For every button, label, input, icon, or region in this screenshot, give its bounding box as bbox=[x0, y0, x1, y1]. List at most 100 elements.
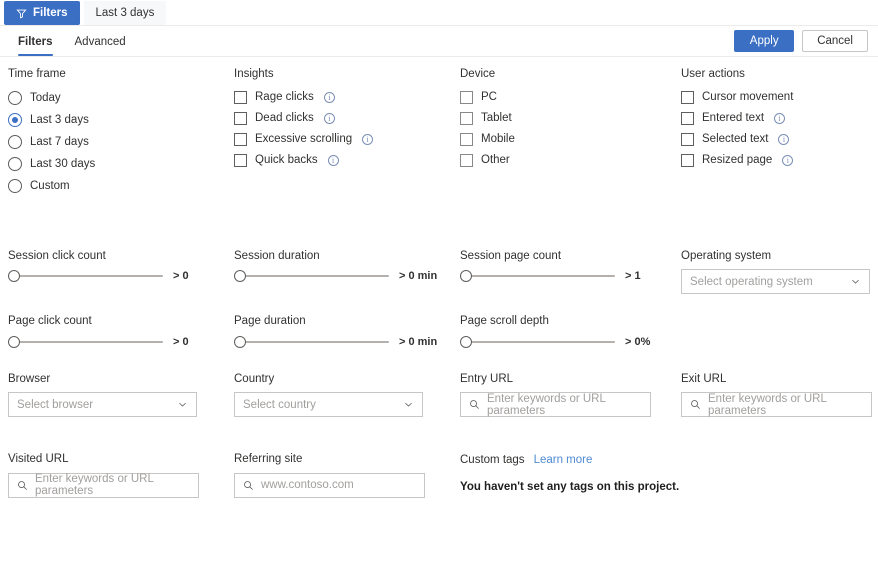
group-user-actions: User actions Cursor movement Entered text… bbox=[681, 68, 878, 201]
apply-button[interactable]: Apply bbox=[734, 30, 795, 52]
slider-thumb[interactable] bbox=[8, 335, 20, 348]
insights-option-label: Excessive scrolling bbox=[255, 133, 353, 145]
custom-tags-empty-message: You haven't set any tags on this project… bbox=[460, 480, 680, 493]
device-option-label: PC bbox=[481, 91, 497, 103]
time-frame-option-label: Last 30 days bbox=[30, 157, 96, 170]
device-option[interactable]: Mobile bbox=[460, 132, 681, 146]
checkbox-indicator[interactable] bbox=[460, 111, 473, 125]
field-operating-system: Operating system Select operating system bbox=[681, 250, 878, 294]
country-select[interactable]: Select country bbox=[234, 392, 423, 417]
checkbox-indicator[interactable] bbox=[681, 111, 694, 125]
device-option[interactable]: Tablet bbox=[460, 111, 681, 125]
info-icon[interactable]: i bbox=[323, 112, 335, 124]
filters-button[interactable]: Filters bbox=[4, 1, 80, 25]
slider-thumb[interactable] bbox=[460, 335, 472, 348]
device-checkbox-group: PC Tablet Mobile Other bbox=[460, 90, 681, 167]
tab-filters[interactable]: Filters bbox=[8, 36, 63, 57]
chevron-down-icon bbox=[177, 399, 188, 410]
user-actions-option[interactable]: Selected text i bbox=[681, 132, 878, 146]
visited-url-input[interactable]: Enter keywords or URL parameters bbox=[8, 472, 199, 498]
page-click-count-slider[interactable] bbox=[8, 335, 163, 349]
slider-page-click-count: Page click count > 0 bbox=[8, 315, 234, 349]
tab-advanced[interactable]: Advanced bbox=[65, 35, 136, 57]
insights-option-label: Dead clicks bbox=[255, 112, 314, 124]
referring-site-input[interactable]: www.contoso.com bbox=[234, 472, 425, 498]
slider-thumb[interactable] bbox=[234, 335, 246, 348]
insights-option[interactable]: Rage clicks i bbox=[234, 90, 460, 104]
tab-advanced-label: Advanced bbox=[74, 35, 126, 48]
session-page-count-slider[interactable] bbox=[460, 269, 615, 283]
slider-thumb[interactable] bbox=[460, 270, 472, 282]
search-icon bbox=[243, 480, 254, 491]
checkbox-indicator[interactable] bbox=[234, 153, 247, 167]
operating-system-select[interactable]: Select operating system bbox=[681, 269, 870, 294]
session-duration-slider[interactable] bbox=[234, 269, 389, 283]
insights-title: Insights bbox=[234, 68, 274, 80]
cancel-button[interactable]: Cancel bbox=[802, 30, 868, 52]
info-icon[interactable]: i bbox=[327, 154, 339, 166]
checkbox-indicator[interactable] bbox=[460, 153, 473, 167]
page-scroll-depth-slider[interactable] bbox=[460, 335, 615, 349]
user-actions-checkbox-group: Cursor movement Entered text i Selected tex… bbox=[681, 90, 878, 167]
info-icon[interactable]: i bbox=[782, 154, 794, 166]
session-click-count-slider[interactable] bbox=[8, 269, 163, 283]
page-click-count-value: > 0 bbox=[173, 335, 189, 348]
radio-indicator[interactable] bbox=[8, 112, 22, 127]
checkbox-indicator[interactable] bbox=[681, 153, 694, 167]
radio-indicator[interactable] bbox=[8, 178, 22, 193]
info-icon[interactable]: i bbox=[778, 133, 790, 145]
slider-track bbox=[460, 275, 615, 277]
funnel-icon bbox=[16, 8, 27, 19]
radio-indicator[interactable] bbox=[8, 90, 22, 105]
filter-panel-content: Time frame Today Last 3 days Last 7 days La… bbox=[0, 57, 878, 498]
checkbox-indicator[interactable] bbox=[234, 90, 247, 104]
checkbox-indicator[interactable] bbox=[460, 90, 473, 104]
user-actions-option[interactable]: Cursor movement bbox=[681, 90, 878, 104]
filter-chip-last-3-days[interactable]: Last 3 days bbox=[83, 1, 167, 25]
exit-url-input[interactable]: Enter keywords or URL parameters bbox=[681, 392, 872, 417]
checkbox-indicator[interactable] bbox=[681, 132, 694, 146]
browser-select[interactable]: Select browser bbox=[8, 392, 197, 417]
info-icon[interactable]: i bbox=[323, 91, 335, 103]
user-actions-option-label: Entered text bbox=[702, 112, 765, 124]
insights-option[interactable]: Dead clicks i bbox=[234, 111, 460, 125]
group-time-frame: Time frame Today Last 3 days Last 7 days La… bbox=[8, 68, 234, 201]
insights-option[interactable]: Excessive scrolling i bbox=[234, 132, 460, 146]
slider-track bbox=[234, 340, 389, 343]
time-frame-option[interactable]: Last 3 days bbox=[8, 112, 234, 127]
custom-tags-learn-more-link[interactable]: Learn more bbox=[534, 454, 593, 466]
user-actions-option-label: Selected text bbox=[702, 133, 769, 145]
referring-site-placeholder: www.contoso.com bbox=[261, 479, 354, 491]
device-option-label: Tablet bbox=[481, 112, 512, 124]
checkbox-indicator[interactable] bbox=[681, 90, 694, 104]
info-icon[interactable]: i bbox=[774, 112, 786, 124]
visited-url-label: Visited URL bbox=[8, 453, 69, 465]
checkbox-indicator[interactable] bbox=[234, 132, 247, 146]
field-country: Country Select country bbox=[234, 373, 460, 417]
slider-session-page-count: Session page count > 1 bbox=[460, 250, 681, 295]
time-frame-option[interactable]: Today bbox=[8, 90, 234, 105]
device-option[interactable]: Other bbox=[460, 153, 681, 167]
user-actions-option[interactable]: Resized page i bbox=[681, 153, 878, 167]
slider-thumb[interactable] bbox=[234, 270, 246, 282]
slider-session-duration: Session duration > 0 min bbox=[234, 250, 460, 295]
page-duration-slider[interactable] bbox=[234, 335, 389, 349]
insights-option[interactable]: Quick backs i bbox=[234, 153, 460, 167]
radio-indicator[interactable] bbox=[8, 134, 22, 149]
sliders-row-1: Session click count > 0 Session duration… bbox=[8, 250, 870, 295]
time-frame-option[interactable]: Custom bbox=[8, 178, 234, 193]
field-exit-url: Exit URL Enter keywords or URL parameter… bbox=[681, 373, 878, 417]
dialog-actions: Apply Cancel bbox=[734, 30, 868, 56]
user-actions-option[interactable]: Entered text i bbox=[681, 111, 878, 125]
entry-url-input[interactable]: Enter keywords or URL parameters bbox=[460, 392, 651, 417]
device-option[interactable]: PC bbox=[460, 90, 681, 104]
slider-thumb[interactable] bbox=[8, 270, 20, 282]
time-frame-option[interactable]: Last 30 days bbox=[8, 156, 234, 171]
radio-indicator[interactable] bbox=[8, 156, 22, 171]
slider-track bbox=[8, 340, 163, 343]
checkbox-indicator[interactable] bbox=[234, 111, 247, 125]
info-icon[interactable]: i bbox=[362, 133, 374, 145]
time-frame-option[interactable]: Last 7 days bbox=[8, 134, 234, 149]
checkbox-indicator[interactable] bbox=[460, 132, 473, 146]
fields-row-2: Visited URL Enter keywords or URL parame… bbox=[8, 453, 870, 498]
